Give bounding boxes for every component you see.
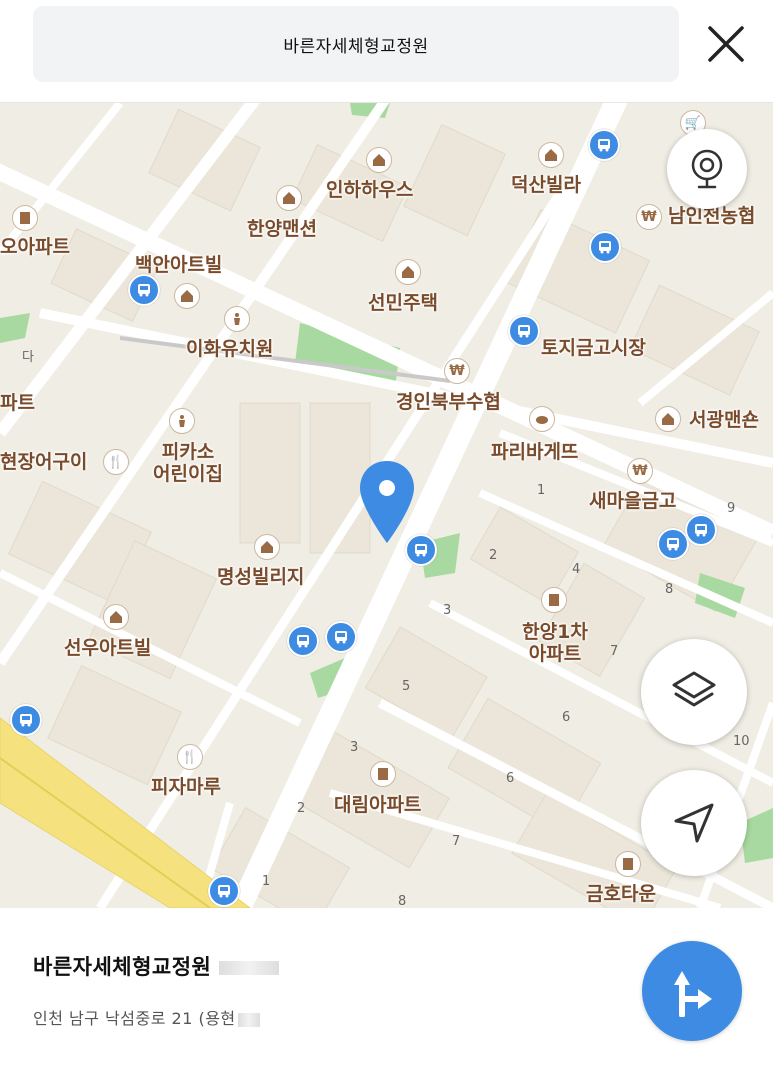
- cctv-button[interactable]: [667, 129, 747, 209]
- label-baekan-artvill[interactable]: 백안아트빌: [135, 254, 222, 276]
- label-myeongseong-village[interactable]: 명성빌리지: [217, 566, 304, 588]
- place-address-text: 인천 남구 낙섬중로 21 (용현: [33, 1009, 236, 1028]
- place-name-text: 바른자세체형교정원: [33, 955, 212, 979]
- place-sheet[interactable]: 바른자세체형교정원 인천 남구 낙섬중로 21 (용현: [0, 908, 773, 1076]
- label-inha-house[interactable]: 인하하우스: [326, 179, 413, 201]
- building-icon[interactable]: [174, 283, 200, 309]
- bank-icon[interactable]: ₩: [636, 204, 662, 230]
- location-pin-icon[interactable]: [357, 459, 417, 545]
- place-name: 바른자세체형교정원: [33, 951, 280, 981]
- restaurant-icon[interactable]: 🍴: [103, 449, 129, 475]
- apartment-icon[interactable]: [615, 851, 641, 877]
- label-daerim-apt[interactable]: 대림아파트: [334, 794, 421, 816]
- label-seonmin-house[interactable]: 선민주택: [368, 292, 438, 314]
- navigation-arrow-icon: [674, 803, 714, 843]
- block-number: 2: [297, 801, 306, 816]
- block-number: 7: [452, 834, 461, 849]
- block-number: 7: [610, 644, 619, 659]
- label-pateu[interactable]: 파트: [0, 392, 35, 414]
- bus-stop-icon[interactable]: [685, 514, 717, 546]
- restaurant-icon[interactable]: 🍴: [177, 744, 203, 770]
- bus-stop-icon[interactable]: [10, 704, 42, 736]
- redacted-text: [219, 961, 280, 975]
- app: 바른자세체형교정원 인하하우스 덕산빌라 한양맨션 남인천농협 오아파트 백안아…: [0, 0, 773, 1076]
- apartment-icon[interactable]: [12, 205, 38, 231]
- search-title: 바른자세체형교정원: [283, 36, 429, 57]
- bus-stop-icon[interactable]: [208, 875, 240, 907]
- building-icon[interactable]: [366, 147, 392, 173]
- label-gyeongin-suhyup[interactable]: 경인북부수협: [396, 391, 501, 413]
- close-icon: [708, 26, 744, 62]
- bus-stop-icon[interactable]: [589, 231, 621, 263]
- block-number: 1: [262, 874, 271, 889]
- place-address: 인천 남구 낙섬중로 21 (용현: [33, 1005, 260, 1029]
- label-hyeonjang-eogui[interactable]: 현장어구이: [0, 451, 87, 473]
- label-deoksan-villa[interactable]: 덕산빌라: [511, 174, 581, 196]
- bus-stop-icon[interactable]: [128, 274, 160, 306]
- label-picasso[interactable]: 피카소 어린이집: [148, 441, 228, 485]
- bus-stop-icon[interactable]: [508, 315, 540, 347]
- label-hanyang-1-apt[interactable]: 한양1차 아파트: [510, 621, 600, 665]
- building-icon[interactable]: [395, 259, 421, 285]
- directions-icon: [674, 971, 712, 1017]
- bus-stop-icon[interactable]: [588, 129, 620, 161]
- label-saemaeul-bank[interactable]: 새마을금고: [589, 490, 676, 512]
- block-number: 4: [572, 562, 581, 577]
- bus-stop-icon[interactable]: [287, 625, 319, 657]
- block-number: 3: [350, 740, 359, 755]
- building-icon[interactable]: [254, 534, 280, 560]
- label-picasso-line2: 어린이집: [153, 463, 223, 485]
- cctv-icon: [691, 149, 723, 189]
- block-number: 6: [562, 710, 571, 725]
- redacted-text: [237, 1012, 260, 1027]
- label-geumho-town[interactable]: 금호타운: [586, 883, 656, 905]
- label-seogwang-mansion[interactable]: 서광맨숀: [689, 409, 759, 431]
- building-icon[interactable]: [538, 142, 564, 168]
- label-pizza-maru[interactable]: 피자마루: [151, 776, 221, 798]
- block-number: 8: [398, 894, 407, 908]
- label-hanyang-mansion[interactable]: 한양맨션: [247, 218, 317, 240]
- building-icon[interactable]: [103, 604, 129, 630]
- label-hanyang-line1: 한양1차: [522, 621, 588, 643]
- block-number: 6: [506, 771, 515, 786]
- apartment-icon[interactable]: [541, 587, 567, 613]
- building-icon[interactable]: [655, 406, 681, 432]
- layers-icon: [672, 671, 716, 707]
- label-seonu-artvill[interactable]: 선우아트빌: [64, 637, 151, 659]
- current-location-button[interactable]: [641, 770, 747, 876]
- block-number: 9: [727, 501, 736, 516]
- label-da: 다: [22, 350, 34, 365]
- directions-button[interactable]: [642, 941, 742, 1041]
- building-icon[interactable]: [276, 185, 302, 211]
- bank-icon[interactable]: ₩: [627, 458, 653, 484]
- label-ihwa-kindergarten[interactable]: 이화유치원: [186, 338, 273, 360]
- block-number: 2: [489, 548, 498, 563]
- block-number: 1: [537, 483, 546, 498]
- block-number: 10: [733, 734, 750, 749]
- block-number: 8: [665, 582, 674, 597]
- bakery-icon[interactable]: [529, 406, 555, 432]
- kindergarten-icon[interactable]: [169, 408, 195, 434]
- label-toji-market[interactable]: 토지금고시장: [541, 337, 646, 359]
- block-number: 3: [443, 603, 452, 618]
- kindergarten-icon[interactable]: [224, 306, 250, 332]
- search-box[interactable]: 바른자세체형교정원: [33, 6, 679, 82]
- apartment-icon[interactable]: [370, 761, 396, 787]
- label-picasso-line1: 피카소: [161, 441, 215, 463]
- label-hanyang-line2: 아파트: [528, 643, 582, 665]
- label-paris-baguette[interactable]: 파리바게뜨: [491, 441, 578, 463]
- bus-stop-icon[interactable]: [657, 528, 689, 560]
- label-oh-apt[interactable]: 오아파트: [0, 236, 70, 258]
- close-button[interactable]: [700, 18, 752, 70]
- layers-button[interactable]: [641, 639, 747, 745]
- block-number: 5: [402, 679, 411, 694]
- map-view[interactable]: 인하하우스 덕산빌라 한양맨션 남인천농협 오아파트 백안아트빌 선민주택 토지…: [0, 103, 773, 908]
- bus-stop-icon[interactable]: [325, 621, 357, 653]
- header: 바른자세체형교정원: [0, 0, 773, 103]
- bank-icon[interactable]: ₩: [444, 358, 470, 384]
